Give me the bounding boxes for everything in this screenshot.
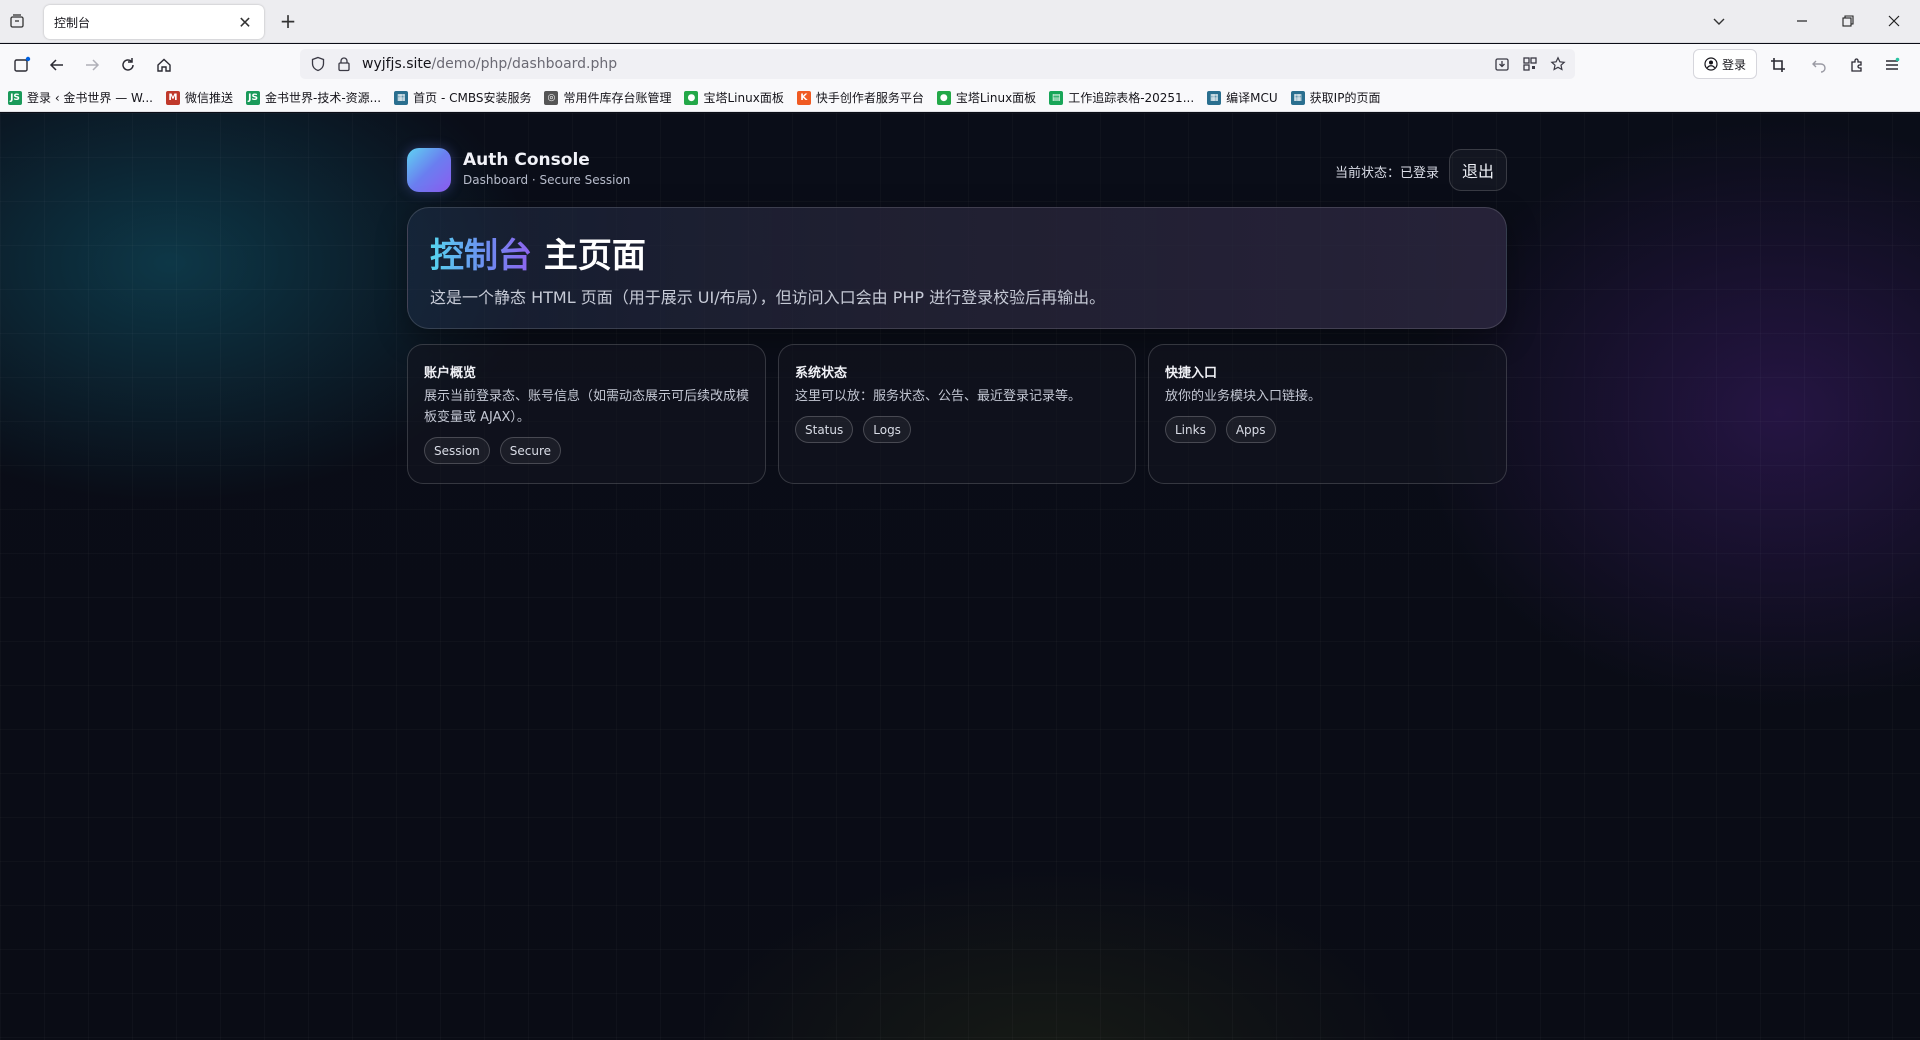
bookmark-favicon-icon: M [166, 90, 180, 105]
tag-status: Status [795, 416, 854, 443]
screenshot-crop-icon[interactable] [1764, 51, 1792, 79]
tag-logs: Logs [863, 416, 911, 443]
hero-panel: 控制台 主页面 这是一个静态 HTML 页面（用于展示 UI/布局），但访问入口… [407, 207, 1507, 329]
minimize-window-icon[interactable] [1788, 8, 1816, 34]
bookmark-favicon-icon: ● [684, 90, 699, 105]
home-icon[interactable] [150, 51, 178, 79]
card-quick-links: 快捷入口 放你的业务模块入口链接。 Links Apps [1148, 344, 1507, 484]
card-description: 这里可以放：服务状态、公告、最近登录记录等。 [795, 389, 1082, 404]
bookmark-label: 微信推送 [185, 91, 234, 105]
card-title: 系统状态 [795, 366, 848, 381]
page-title: 控制台 主页面 [430, 228, 646, 277]
tab-overflow-chevron-icon[interactable] [1705, 8, 1733, 34]
account-login-label: 登录 [1721, 57, 1746, 72]
forward-icon[interactable] [78, 51, 106, 79]
brand-name: Auth Console [463, 150, 590, 170]
address-bar[interactable]: wyjfjs.site/demo/php/dashboard.php [300, 49, 1575, 79]
bookmark-favicon-icon: ▦ [394, 90, 409, 105]
restore-window-icon[interactable] [1834, 8, 1862, 34]
brand-logo-icon [407, 148, 451, 192]
login-status: 当前状态：已登录 [1334, 166, 1439, 181]
tab-list-icon[interactable] [5, 9, 29, 33]
tag-session: Session [424, 437, 490, 464]
card-description: 放你的业务模块入口链接。 [1165, 389, 1322, 404]
bookmark-label: 首页 - CMBS安装服务 [413, 91, 532, 105]
bookmark-item[interactable]: K 快手创作者服务平台 [796, 89, 924, 106]
card-tags: Status Logs [795, 416, 911, 443]
bookmark-item[interactable]: ▤ 工作追踪表格-20251... [1049, 89, 1194, 106]
bookmark-item[interactable]: ▦ 编译MCU [1207, 89, 1278, 106]
app-header: Auth Console Dashboard · Secure Session … [407, 147, 1507, 193]
bookmark-label: 常用件库存台账管理 [563, 91, 672, 105]
bookmark-item[interactable]: ◎ 常用件库存台账管理 [544, 89, 671, 106]
browser-tab-active[interactable]: 控制台 ✕ [44, 5, 264, 39]
bookmark-favicon-icon: K [796, 90, 811, 105]
url-host: wyjfjs.site [362, 56, 432, 72]
tracking-protection-shield-icon[interactable] [306, 52, 330, 76]
bookmark-favicon-icon: ● [936, 90, 951, 105]
bookmark-favicon-icon: ◎ [544, 90, 559, 105]
extensions-puzzle-icon[interactable] [1843, 51, 1871, 79]
bookmark-label: 工作追踪表格-20251... [1068, 91, 1195, 105]
bookmark-label: 编译MCU [1226, 91, 1278, 105]
account-icon [1704, 57, 1718, 71]
bookmark-favicon-icon: ▦ [1290, 90, 1305, 105]
card-account-overview: 账户概览 展示当前登录态、账号信息（如需动态展示可后续改成模板变量或 AJAX）… [407, 344, 766, 484]
bookmark-favicon-icon: ▦ [1207, 90, 1222, 105]
card-system-status: 系统状态 这里可以放：服务状态、公告、最近登录记录等。 Status Logs [778, 344, 1136, 484]
bookmark-label: 金书世界-技术-资源... [265, 91, 382, 105]
bookmark-item[interactable]: JS 金书世界-技术-资源... [246, 89, 381, 106]
tab-title: 控制台 [54, 15, 91, 30]
bookmark-item[interactable]: M 微信推送 [166, 89, 233, 106]
close-window-icon[interactable] [1880, 8, 1908, 34]
tag-apps: Apps [1225, 416, 1276, 443]
sidebar-toggle-icon[interactable] [8, 51, 36, 79]
new-tab-button[interactable]: + [276, 9, 300, 33]
page-title-highlight: 控制台 [430, 236, 532, 276]
bookmark-item[interactable]: ▦ 获取IP的页面 [1290, 89, 1381, 106]
bookmark-item[interactable]: JS 登录 ‹ 金书世界 — W... [8, 89, 153, 106]
url-text[interactable]: wyjfjs.site/demo/php/dashboard.php [362, 49, 617, 79]
navigation-toolbar: wyjfjs.site/demo/php/dashboard.php 登录 [0, 44, 1920, 84]
qr-code-icon[interactable] [1518, 52, 1542, 76]
tab-close-icon[interactable]: ✕ [236, 13, 254, 32]
bookmark-favicon-icon: JS [8, 90, 22, 105]
lock-icon[interactable] [332, 52, 356, 76]
reload-icon[interactable] [114, 51, 142, 79]
bookmark-label: 快手创作者服务平台 [815, 91, 924, 105]
url-path: /demo/php/dashboard.php [431, 56, 618, 72]
bookmark-star-icon[interactable] [1546, 52, 1570, 76]
back-icon[interactable] [43, 51, 71, 79]
bookmarks-toolbar: JS 登录 ‹ 金书世界 — W... M 微信推送 JS 金书世界-技术-资源... ▦ 首… [0, 84, 1920, 112]
bookmark-label: 宝塔Linux面板 [955, 91, 1037, 105]
bookmark-item[interactable]: ● 宝塔Linux面板 [936, 89, 1037, 106]
account-login-button[interactable]: 登录 [1693, 49, 1757, 79]
browser-tab-strip: 控制台 ✕ + [0, 0, 1920, 43]
card-tags: Session Secure [424, 437, 562, 464]
bookmark-favicon-icon: ▤ [1049, 90, 1064, 105]
card-title: 快捷入口 [1165, 366, 1218, 381]
tag-links: Links [1165, 416, 1216, 443]
bookmark-favicon-icon: JS [246, 90, 261, 105]
page-title-rest: 主页面 [532, 236, 646, 276]
undo-icon[interactable] [1805, 51, 1833, 79]
card-title: 账户概览 [424, 366, 477, 381]
card-description: 展示当前登录态、账号信息（如需动态展示可后续改成模板变量或 AJAX）。 [424, 389, 750, 425]
bookmark-item[interactable]: ▦ 首页 - CMBS安装服务 [394, 89, 531, 106]
logout-button[interactable]: 退出 [1449, 149, 1507, 191]
bookmark-label: 宝塔Linux面板 [703, 91, 784, 105]
page-viewport: Auth Console Dashboard · Secure Session … [0, 113, 1920, 1040]
save-to-pocket-icon[interactable] [1490, 52, 1514, 76]
bookmark-label: 获取IP的页面 [1309, 91, 1381, 105]
tag-secure: Secure [499, 437, 562, 464]
bookmark-item[interactable]: ● 宝塔Linux面板 [684, 89, 784, 106]
brand-subtitle: Dashboard · Secure Session [463, 173, 631, 187]
card-tags: Links Apps [1165, 416, 1276, 443]
page-description: 这是一个静态 HTML 页面（用于展示 UI/布局），但访问入口会由 PHP 进… [430, 288, 1106, 307]
bookmark-label: 登录 ‹ 金书世界 — W... [27, 91, 153, 105]
app-menu-icon[interactable] [1878, 51, 1906, 79]
